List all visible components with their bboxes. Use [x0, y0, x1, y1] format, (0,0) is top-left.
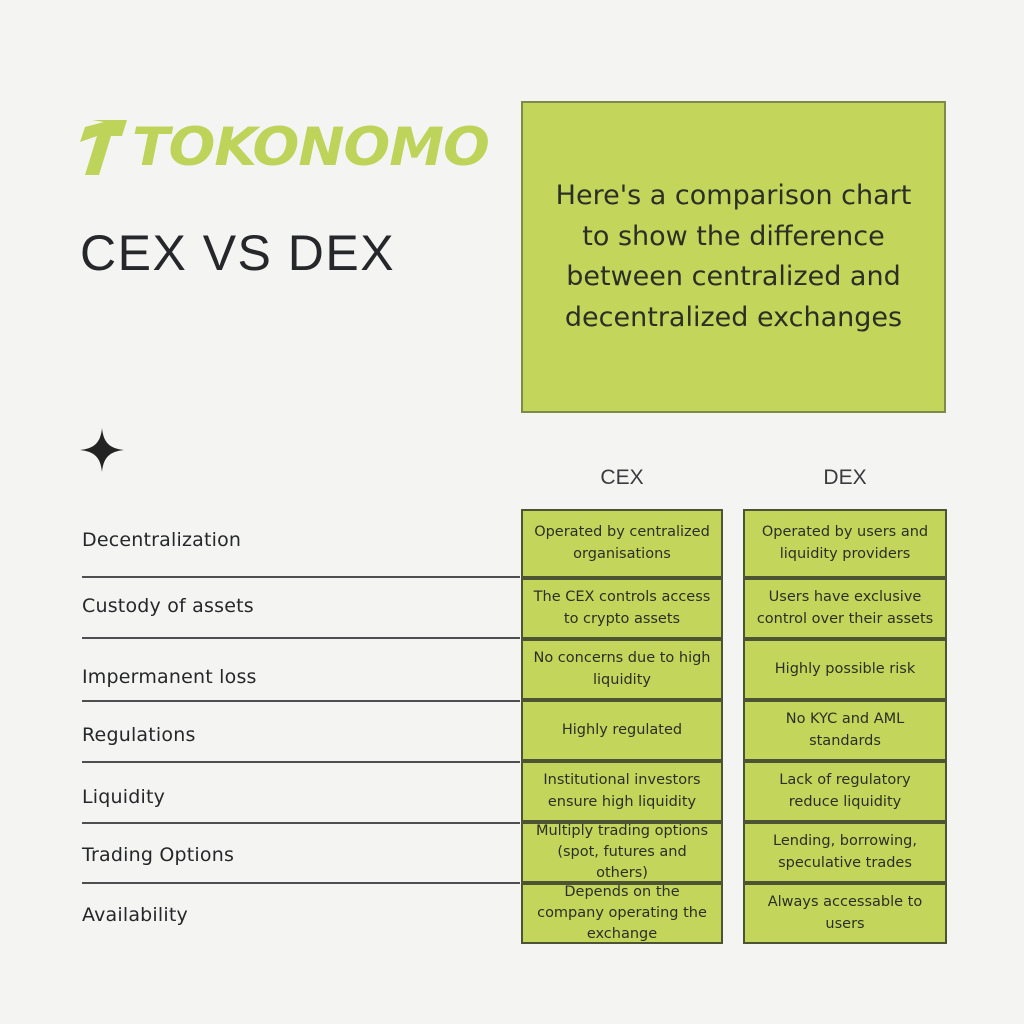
- column-header-dex: DEX: [823, 466, 867, 489]
- row-label-availability: Availability: [82, 904, 188, 926]
- cell-cex-custody-of-assets: The CEX controls access to crypto assets: [521, 578, 723, 639]
- row-divider: [82, 761, 520, 763]
- row-divider: [82, 882, 520, 884]
- cell-cex-regulations: Highly regulated: [521, 700, 723, 761]
- row-label-decentralization: Decentralization: [82, 529, 242, 551]
- cell-dex-decentralization: Operated by users and liquidity provider…: [743, 509, 947, 578]
- cell-dex-impermanent-loss: Highly possible risk: [743, 639, 947, 700]
- row-divider: [82, 700, 520, 702]
- row-label-custody-of-assets: Custody of assets: [82, 595, 254, 617]
- cell-cex-availability: Depends on the company operating the exc…: [521, 883, 723, 944]
- cell-cex-impermanent-loss: No concerns due to high liquidity: [521, 639, 723, 700]
- cell-cex-decentralization: Operated by centralized organisations: [521, 509, 723, 578]
- row-divider: [82, 576, 520, 578]
- cell-dex-custody-of-assets: Users have exclusive control over their …: [743, 578, 947, 639]
- cell-dex-liquidity: Lack of regulatory reduce liquidity: [743, 761, 947, 822]
- row-label-liquidity: Liquidity: [82, 786, 166, 808]
- cell-dex-trading-options: Lending, borrowing, speculative trades: [743, 822, 947, 883]
- cell-dex-regulations: No KYC and AML standards: [743, 700, 947, 761]
- cell-cex-trading-options: Multiply trading options (spot, futures …: [521, 822, 723, 883]
- comparison-table: CEX DEX Decentralization Operated by cen…: [0, 0, 1024, 1024]
- row-label-impermanent-loss: Impermanent loss: [82, 666, 257, 688]
- cell-dex-availability: Always accessable to users: [743, 883, 947, 944]
- column-header-cex: CEX: [600, 466, 644, 489]
- row-divider: [82, 822, 520, 824]
- row-label-trading-options: Trading Options: [82, 844, 235, 866]
- row-divider: [82, 637, 520, 639]
- cell-cex-liquidity: Institutional investors ensure high liqu…: [521, 761, 723, 822]
- row-label-regulations: Regulations: [82, 724, 196, 746]
